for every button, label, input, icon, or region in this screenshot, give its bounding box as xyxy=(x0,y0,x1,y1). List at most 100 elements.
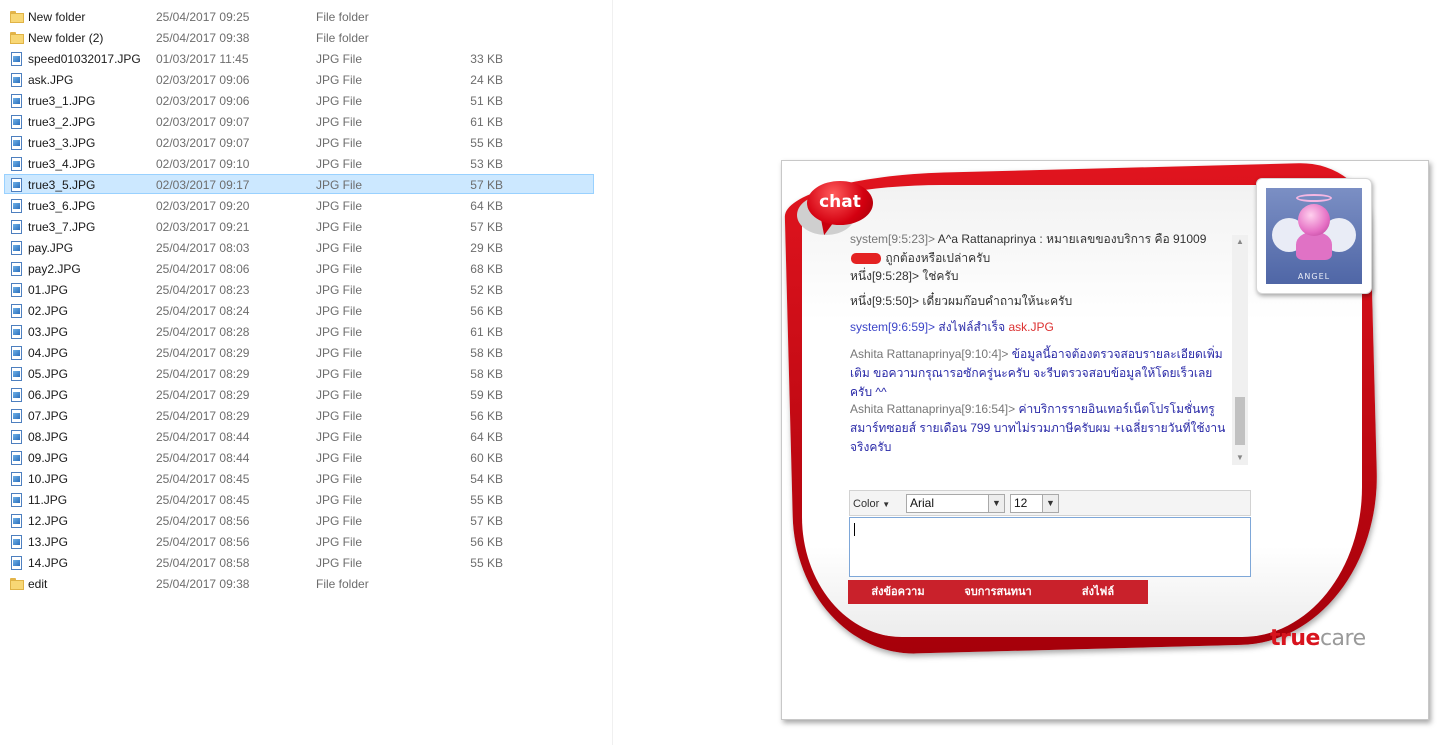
message-sender: หนึ่ง[9:5:50]> xyxy=(850,294,923,308)
file-row[interactable]: New folder (2) 25/04/2017 09:38 File folde… xyxy=(4,27,594,47)
file-row[interactable]: 08.JPG 25/04/2017 08:44 JPG File 64 KB xyxy=(4,426,594,446)
message-text: ส่งไฟล์สำเร็จ xyxy=(938,320,1009,334)
format-toolbar: Color ▼ Arial ▼ 12 ▼ xyxy=(849,490,1251,516)
file-row[interactable]: true3_5.JPG 02/03/2017 09:17 JPG File 57 KB xyxy=(4,174,594,194)
file-name: 05.JPG xyxy=(28,367,69,381)
file-row[interactable]: true3_3.JPG 02/03/2017 09:07 JPG File 55 KB xyxy=(4,132,594,152)
file-row[interactable]: 10.JPG 25/04/2017 08:45 JPG File 54 KB xyxy=(4,468,594,488)
file-row[interactable]: edit 25/04/2017 09:38 File folder xyxy=(4,573,594,593)
file-row[interactable]: true3_1.JPG 02/03/2017 09:06 JPG File 51 KB xyxy=(4,90,594,110)
file-row[interactable]: 01.JPG 25/04/2017 08:23 JPG File 52 KB xyxy=(4,279,594,299)
file-name: 04.JPG xyxy=(28,346,69,360)
file-row[interactable]: 11.JPG 25/04/2017 08:45 JPG File 55 KB xyxy=(4,489,594,509)
chevron-down-icon[interactable]: ▼ xyxy=(1042,495,1058,512)
file-type: JPG File xyxy=(316,346,363,360)
file-row[interactable]: 05.JPG 25/04/2017 08:29 JPG File 58 KB xyxy=(4,363,594,383)
message-text: เดี๋ยวผมก๊อบคำถามให้นะครับ xyxy=(922,294,1073,308)
scroll-down-icon[interactable]: ▼ xyxy=(1232,451,1248,465)
file-date: 25/04/2017 08:56 xyxy=(156,514,250,528)
file-row[interactable]: true3_2.JPG 02/03/2017 09:07 JPG File 61 KB xyxy=(4,111,594,131)
file-row[interactable]: 14.JPG 25/04/2017 08:58 JPG File 55 KB xyxy=(4,552,594,572)
file-date: 02/03/2017 09:21 xyxy=(156,220,250,234)
font-family-select[interactable]: Arial ▼ xyxy=(906,494,1005,513)
file-type: File folder xyxy=(316,31,369,45)
scroll-thumb[interactable] xyxy=(1235,397,1245,445)
chat-window: chat ANGEL system[9:5:23]> A^a Rattanapr… xyxy=(781,160,1429,720)
file-row[interactable]: true3_4.JPG 02/03/2017 09:10 JPG File 53 KB xyxy=(4,153,594,173)
jpg-file-icon xyxy=(10,325,24,339)
scroll-up-icon[interactable]: ▲ xyxy=(1232,235,1248,249)
file-size: 51 KB xyxy=(470,94,503,108)
file-name: edit xyxy=(28,577,48,591)
jpg-file-icon xyxy=(10,241,24,255)
file-name: true3_4.JPG xyxy=(28,157,96,171)
file-type: File folder xyxy=(316,10,369,24)
jpg-file-icon xyxy=(10,535,24,549)
color-picker-button[interactable]: Color ▼ xyxy=(853,495,901,513)
file-row[interactable]: 13.JPG 25/04/2017 08:56 JPG File 56 KB xyxy=(4,531,594,551)
message-sender: system[9:5:23]> xyxy=(850,232,938,246)
file-name: true3_1.JPG xyxy=(28,94,96,108)
file-name: 11.JPG xyxy=(28,493,68,507)
file-size: 55 KB xyxy=(470,493,503,507)
file-name: pay.JPG xyxy=(28,241,74,255)
file-row[interactable]: pay.JPG 25/04/2017 08:03 JPG File 29 KB xyxy=(4,237,594,257)
file-date: 02/03/2017 09:06 xyxy=(156,94,250,108)
chat-message: Ashita Rattanaprinya[9:16:54]> ค่าบริการ… xyxy=(850,400,1226,457)
file-row[interactable]: speed01032017.JPG 01/03/2017 11:45 JPG Fil… xyxy=(4,48,594,68)
file-size: 58 KB xyxy=(470,346,503,360)
end-chat-button[interactable]: จบการสนทนา xyxy=(948,580,1048,604)
chat-message: system[9:5:23]> A^a Rattanaprinya : หมาย… xyxy=(850,230,1226,268)
file-name: ask.JPG xyxy=(28,73,74,87)
file-date: 02/03/2017 09:10 xyxy=(156,157,250,171)
file-date: 25/04/2017 09:38 xyxy=(156,577,250,591)
file-date: 02/03/2017 09:06 xyxy=(156,73,250,87)
file-row[interactable]: 02.JPG 25/04/2017 08:24 JPG File 56 KB xyxy=(4,300,594,320)
file-row[interactable]: 09.JPG 25/04/2017 08:44 JPG File 60 KB xyxy=(4,447,594,467)
file-link[interactable]: ask.JPG xyxy=(1008,320,1053,334)
file-date: 25/04/2017 08:28 xyxy=(156,325,250,339)
file-row[interactable]: true3_6.JPG 02/03/2017 09:20 JPG File 64 KB xyxy=(4,195,594,215)
send-file-button[interactable]: ส่งไฟล์ xyxy=(1048,580,1148,604)
jpg-file-icon xyxy=(10,451,24,465)
jpg-file-icon xyxy=(10,199,24,213)
file-date: 25/04/2017 08:44 xyxy=(156,451,250,465)
chevron-down-icon[interactable]: ▼ xyxy=(988,495,1004,512)
file-row[interactable]: 12.JPG 25/04/2017 08:56 JPG File 57 KB xyxy=(4,510,594,530)
file-row[interactable]: 04.JPG 25/04/2017 08:29 JPG File 58 KB xyxy=(4,342,594,362)
file-size: 55 KB xyxy=(470,556,503,570)
file-date: 01/03/2017 11:45 xyxy=(156,52,249,66)
message-input[interactable] xyxy=(849,517,1251,577)
file-size: 53 KB xyxy=(470,157,503,171)
file-type: JPG File xyxy=(316,409,363,423)
file-row[interactable]: New folder 25/04/2017 09:25 File folder xyxy=(4,6,594,26)
file-name: 03.JPG xyxy=(28,325,69,339)
file-size: 61 KB xyxy=(470,325,503,339)
jpg-file-icon xyxy=(10,472,24,486)
file-type: JPG File xyxy=(316,451,363,465)
file-row[interactable]: ask.JPG 02/03/2017 09:06 JPG File 24 KB xyxy=(4,69,594,89)
file-date: 02/03/2017 09:20 xyxy=(156,199,250,213)
file-date: 25/04/2017 08:03 xyxy=(156,241,250,255)
file-row[interactable]: 03.JPG 25/04/2017 08:28 JPG File 61 KB xyxy=(4,321,594,341)
file-date: 25/04/2017 08:06 xyxy=(156,262,250,276)
file-name: 06.JPG xyxy=(28,388,69,402)
file-row[interactable]: pay2.JPG 25/04/2017 08:06 JPG File 68 KB xyxy=(4,258,594,278)
file-type: JPG File xyxy=(316,220,363,234)
file-size: 56 KB xyxy=(470,304,503,318)
font-size-select[interactable]: 12 ▼ xyxy=(1010,494,1059,513)
file-type: JPG File xyxy=(316,94,363,108)
file-size: 57 KB xyxy=(470,220,503,234)
file-row[interactable]: 06.JPG 25/04/2017 08:29 JPG File 59 KB xyxy=(4,384,594,404)
file-row[interactable]: 07.JPG 25/04/2017 08:29 JPG File 56 KB xyxy=(4,405,594,425)
file-row[interactable]: true3_7.JPG 02/03/2017 09:21 JPG File 57 KB xyxy=(4,216,594,236)
brand-part2: care xyxy=(1319,626,1366,651)
message-text: A^a Rattanaprinya : หมายเลขของบริการ คือ… xyxy=(937,232,1207,246)
file-name: 14.JPG xyxy=(28,556,69,570)
send-message-button[interactable]: ส่งข้อความ xyxy=(848,580,948,604)
message-log-scrollbar[interactable]: ▲ ▼ xyxy=(1232,235,1248,465)
file-name: pay2.JPG xyxy=(28,262,81,276)
file-date: 02/03/2017 09:17 xyxy=(156,178,250,192)
message-sender: system[9:6:59]> xyxy=(850,320,939,334)
file-date: 02/03/2017 09:07 xyxy=(156,136,250,150)
